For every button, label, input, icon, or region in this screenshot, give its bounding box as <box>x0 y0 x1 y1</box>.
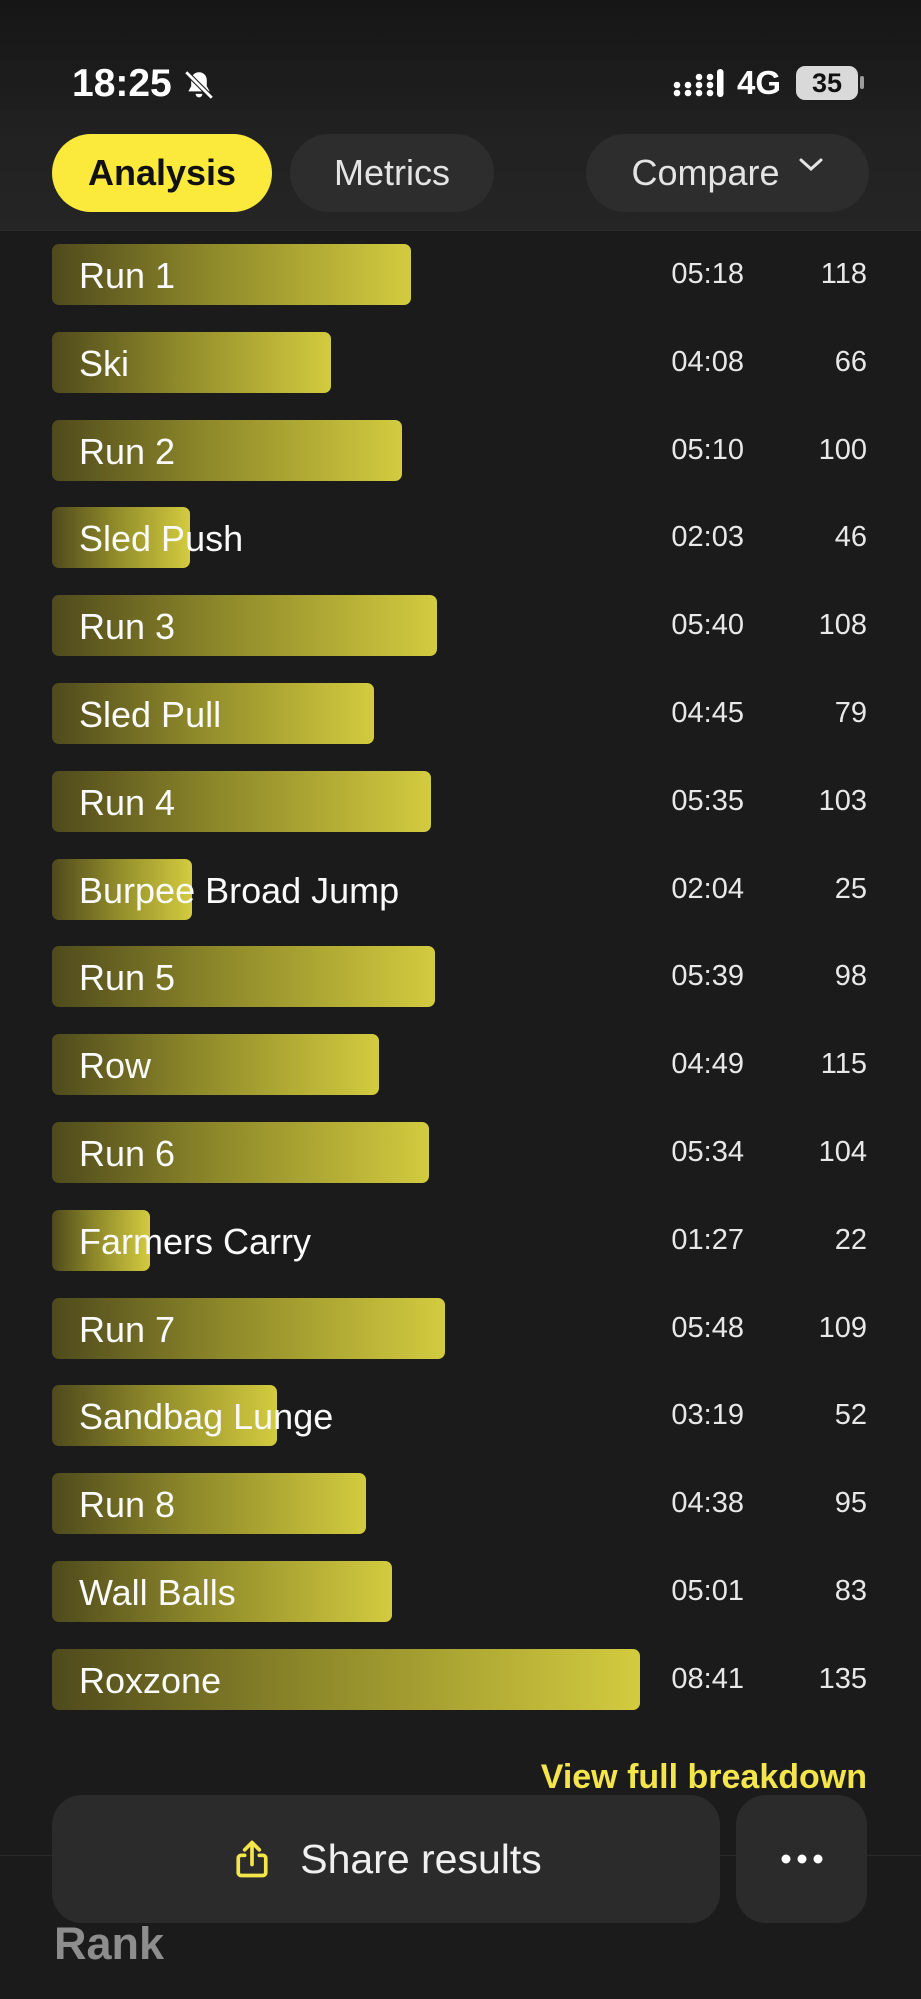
station-name: Run 5 <box>79 957 176 999</box>
station-name: Run 4 <box>79 781 176 823</box>
station-time: 04:49 <box>671 1048 744 1081</box>
station-row[interactable]: Roxzone 08:41 135 <box>0 1648 921 1711</box>
station-row[interactable]: Wall Balls 05:01 83 <box>0 1561 921 1623</box>
station-time: 04:45 <box>671 697 744 729</box>
station-name: Run 3 <box>79 606 176 648</box>
station-row[interactable]: Sled Push 02:03 46 <box>0 507 921 569</box>
station-row[interactable]: Sled Pull 04:45 79 <box>0 683 921 745</box>
share-icon <box>236 1840 268 1878</box>
battery-indicator: 35 <box>796 66 858 100</box>
station-score: 95 <box>834 1487 867 1520</box>
station-row[interactable]: Sandbag Lunge 03:19 52 <box>0 1385 921 1447</box>
station-score: 109 <box>818 1311 867 1344</box>
station-time: 08:41 <box>671 1662 744 1695</box>
station-name: Run 2 <box>79 430 176 472</box>
station-row[interactable]: Run 6 05:34 104 <box>0 1122 921 1184</box>
station-row[interactable]: Row 04:49 115 <box>0 1034 921 1096</box>
station-score: 104 <box>818 1136 867 1168</box>
share-results-label: Share results <box>300 1835 542 1882</box>
tab-metrics-label: Metrics <box>334 152 450 193</box>
station-score: 25 <box>834 872 867 905</box>
station-name: Sled Push <box>79 518 244 560</box>
station-time: 05:34 <box>671 1136 744 1168</box>
station-score: 22 <box>834 1223 867 1256</box>
station-time: 02:04 <box>671 872 744 905</box>
station-name: Roxzone <box>79 1659 222 1701</box>
tab-metrics[interactable]: Metrics <box>290 134 494 212</box>
station-time: 05:40 <box>671 609 744 642</box>
station-time: 05:48 <box>671 1311 744 1344</box>
station-name: Run 6 <box>79 1133 176 1174</box>
station-time: 04:08 <box>671 345 744 378</box>
chevron-down-icon <box>799 158 823 172</box>
station-score: 118 <box>820 258 867 290</box>
status-time: 18:25 <box>72 62 172 105</box>
station-time: 01:27 <box>671 1223 744 1256</box>
tab-bar: Analysis Metrics Compare <box>0 110 921 231</box>
station-row[interactable]: Run 3 05:40 108 <box>0 595 921 657</box>
station-name: Sandbag Lunge <box>79 1396 334 1438</box>
station-name: Burpee Broad Jump <box>79 869 400 911</box>
tab-analysis[interactable]: Analysis <box>52 134 272 212</box>
compare-dropdown[interactable]: Compare <box>586 134 869 212</box>
station-row[interactable]: Ski 04:08 66 <box>0 331 921 394</box>
station-name: Row <box>79 1045 152 1087</box>
station-time: 05:10 <box>671 433 744 466</box>
station-time: 02:03 <box>671 521 744 554</box>
view-full-breakdown-link[interactable]: View full breakdown <box>541 1758 867 1797</box>
station-time: 05:18 <box>671 258 744 290</box>
station-row[interactable]: Run 5 05:39 98 <box>0 946 921 1008</box>
station-time: 04:38 <box>671 1487 744 1520</box>
station-score: 100 <box>818 433 867 466</box>
station-name: Run 1 <box>79 255 176 296</box>
station-time: 03:19 <box>671 1399 744 1432</box>
station-score: 108 <box>818 609 867 642</box>
share-results-button[interactable]: Share results <box>52 1795 720 1923</box>
bell-muted-icon <box>184 70 214 100</box>
station-score: 79 <box>834 697 867 729</box>
station-name: Run 7 <box>79 1308 176 1350</box>
station-score: 135 <box>818 1662 867 1695</box>
tab-analysis-label: Analysis <box>87 152 237 193</box>
station-time: 05:01 <box>671 1575 744 1607</box>
station-row[interactable]: Farmers Carry 01:27 22 <box>0 1209 921 1272</box>
cellular-signal-icon <box>673 69 724 97</box>
station-score: 103 <box>818 784 867 817</box>
station-name: Wall Balls <box>79 1572 236 1613</box>
tab-compare-label: Compare <box>631 152 780 193</box>
station-name: Sled Pull <box>79 694 222 735</box>
station-row[interactable]: Burpee Broad Jump 02:04 25 <box>0 858 921 921</box>
station-name: Ski <box>79 342 130 384</box>
station-score: 66 <box>834 345 867 378</box>
station-row[interactable]: Run 2 05:10 100 <box>0 419 921 482</box>
more-dots-icon <box>781 1854 822 1864</box>
station-time: 05:39 <box>671 960 744 993</box>
station-score: 83 <box>834 1575 867 1607</box>
station-row[interactable]: Run 4 05:35 103 <box>0 770 921 833</box>
network-type: 4G <box>737 64 782 101</box>
station-row[interactable]: Run 7 05:48 109 <box>0 1297 921 1360</box>
station-score: 98 <box>834 960 867 993</box>
station-name: Farmers Carry <box>79 1220 311 1262</box>
station-row[interactable]: Run 8 04:38 95 <box>0 1473 921 1535</box>
station-score: 52 <box>834 1399 867 1432</box>
station-name: Run 8 <box>79 1484 176 1526</box>
rank-heading: Rank <box>54 1918 165 1969</box>
station-score: 115 <box>820 1048 867 1081</box>
more-options-button[interactable] <box>736 1795 867 1923</box>
station-time: 05:35 <box>671 784 744 817</box>
station-score: 46 <box>834 521 867 554</box>
battery-tip <box>860 76 864 89</box>
station-row[interactable]: Run 1 05:18 118 <box>0 244 921 306</box>
